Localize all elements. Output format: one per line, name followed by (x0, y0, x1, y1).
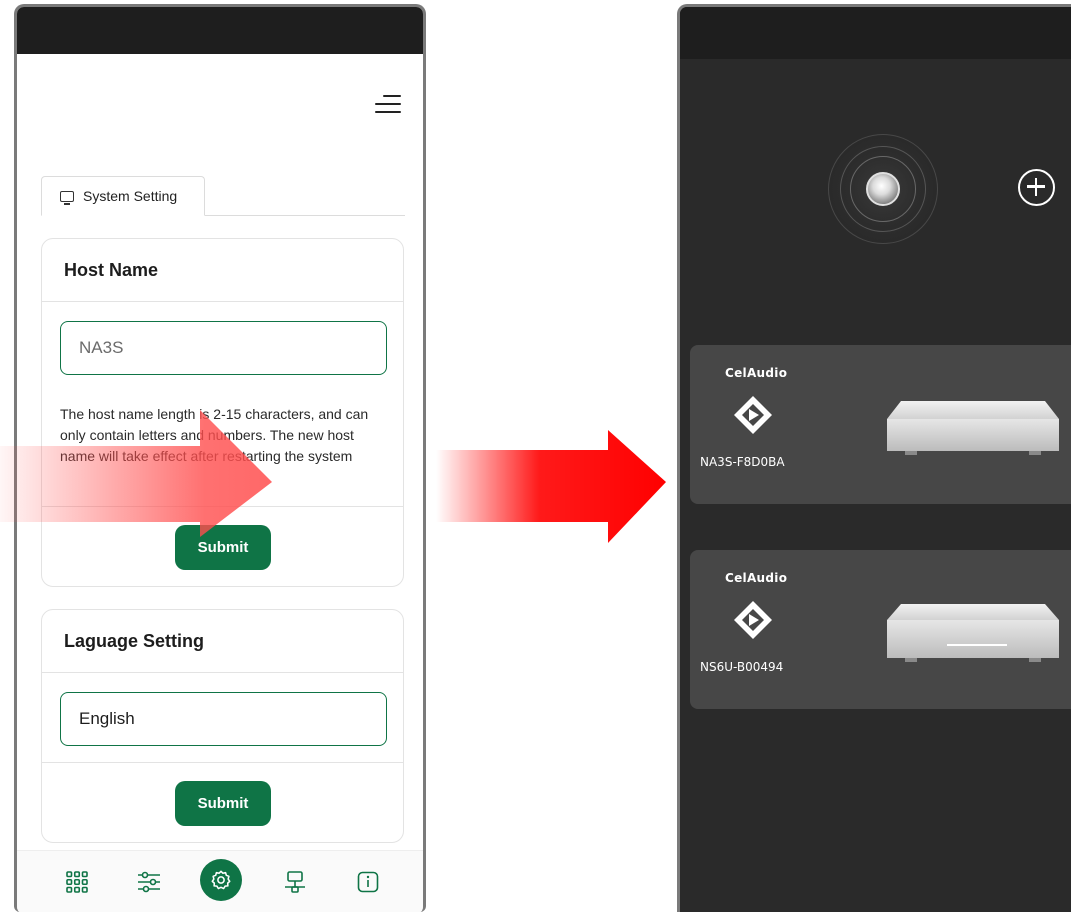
host-name-submit-button[interactable]: Submit (175, 525, 271, 570)
host-name-input[interactable] (60, 321, 387, 375)
network-icon[interactable] (282, 869, 308, 895)
tab-system-setting[interactable]: System Setting (41, 176, 205, 216)
device-card[interactable]: CelAudio NA3S-F8D0BA (690, 345, 1071, 504)
device-name: NA3S-F8D0BA (700, 455, 785, 469)
grid-icon[interactable] (64, 869, 90, 895)
language-setting-title: Laguage Setting (42, 610, 403, 673)
info-icon[interactable] (355, 869, 381, 895)
celaudio-logo-icon (734, 396, 772, 434)
settings-app-screen: System Setting Host Name The host name l… (14, 4, 426, 912)
device-brand: CelAudio (725, 366, 788, 380)
status-bar (17, 7, 423, 54)
sliders-icon[interactable] (136, 869, 162, 895)
card-divider (42, 506, 403, 507)
hamburger-menu-icon[interactable] (373, 95, 401, 119)
device-card[interactable]: CelAudio NS6U-B00494 (690, 550, 1071, 709)
device-list-screen: CelAudio NA3S-F8D0BA CelAudio NS6U-B0049… (677, 4, 1071, 912)
transition-arrow-icon (436, 430, 666, 543)
settings-gear-icon[interactable] (200, 859, 242, 901)
language-submit-button[interactable]: Submit (175, 781, 271, 826)
card-divider (42, 762, 403, 763)
speaker-scan-icon[interactable] (828, 134, 938, 244)
knob-icon (866, 172, 900, 206)
add-device-icon[interactable] (1018, 169, 1055, 206)
comparison-stage: System Setting Host Name The host name l… (0, 0, 1071, 912)
bottom-navigation (17, 850, 423, 912)
audio-device-image-icon (887, 604, 1059, 662)
language-setting-card: Laguage Setting Submit (41, 609, 404, 843)
audio-device-image-icon (887, 401, 1059, 455)
language-select[interactable] (60, 692, 387, 746)
monitor-icon (60, 190, 74, 205)
celaudio-logo-icon (734, 601, 772, 639)
tab-label: System Setting (83, 188, 178, 204)
host-name-title: Host Name (42, 239, 403, 302)
device-name: NS6U-B00494 (700, 660, 784, 674)
device-brand: CelAudio (725, 571, 788, 585)
host-name-help-text: The host name length is 2-15 characters,… (60, 406, 369, 464)
status-bar (680, 7, 1071, 59)
host-name-card: Host Name The host name length is 2-15 c… (41, 238, 404, 587)
